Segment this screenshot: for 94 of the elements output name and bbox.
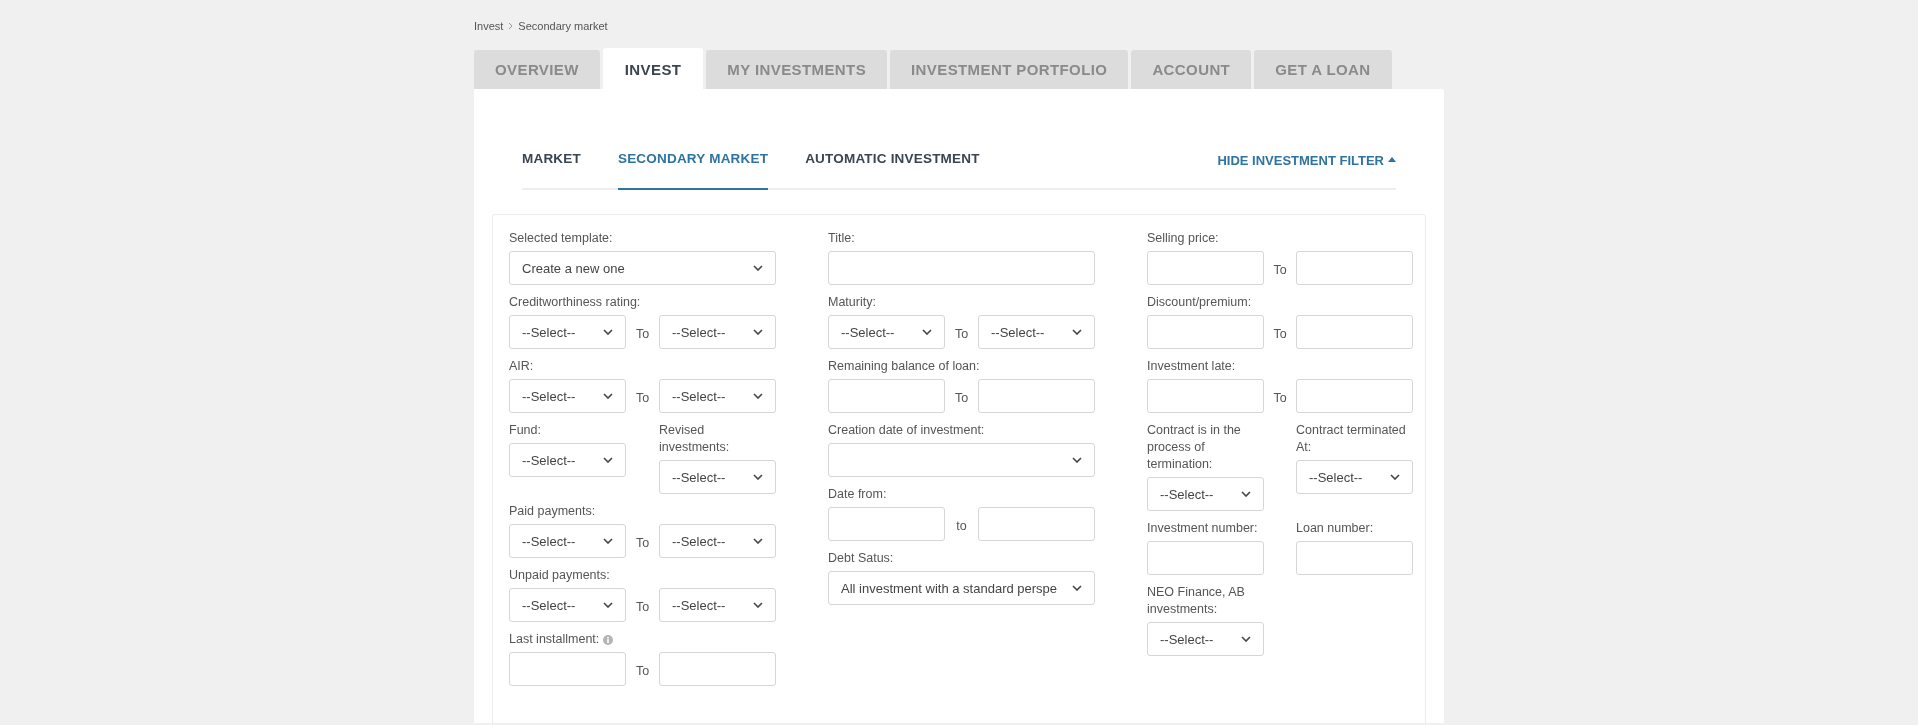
- dropdown[interactable]: --Select--: [1147, 477, 1264, 511]
- field-label: Discount/premium:: [1147, 294, 1252, 311]
- field-label: Contract terminated At:: [1296, 422, 1407, 456]
- chevron-down-icon: [1072, 585, 1082, 591]
- input-field[interactable]: [659, 652, 776, 686]
- dropdown[interactable]: Create a new one: [509, 251, 776, 285]
- chevron-down-icon: [753, 474, 763, 480]
- chevron-down-icon: [1241, 636, 1251, 642]
- chevron-down-icon: [1072, 329, 1082, 335]
- input-field[interactable]: [1296, 315, 1413, 349]
- chevron-down-icon: [753, 602, 763, 608]
- dropdown[interactable]: --Select--: [1296, 460, 1413, 494]
- field-label: Investment number:: [1147, 520, 1258, 537]
- breadcrumb-link[interactable]: Secondary market: [518, 20, 608, 32]
- chevron-down-icon: [753, 538, 763, 544]
- field-label: Selected template:: [509, 230, 613, 247]
- chevron-down-icon: [603, 602, 613, 608]
- chevron-down-icon: [1072, 457, 1082, 463]
- dropdown[interactable]: --Select--: [509, 379, 626, 413]
- sub-tab[interactable]: AUTOMATIC INVESTMENT: [805, 151, 980, 190]
- dropdown[interactable]: --Select--: [509, 443, 626, 477]
- separator-label: To: [634, 326, 651, 341]
- chevron-down-icon: [1390, 474, 1400, 480]
- chevron-down-icon: [753, 393, 763, 399]
- nav-tab[interactable]: INVEST: [602, 48, 704, 89]
- input-field[interactable]: [978, 379, 1095, 413]
- dropdown[interactable]: --Select--: [509, 588, 626, 622]
- field-label: Remaining balance of loan:: [828, 358, 980, 375]
- separator-label: To: [953, 390, 970, 405]
- separator-label: To: [1272, 262, 1288, 277]
- input-field[interactable]: [828, 507, 945, 541]
- sub-tab[interactable]: SECONDARY MARKET: [617, 151, 769, 190]
- chevron-down-icon: [922, 329, 932, 335]
- dropdown[interactable]: --Select--: [659, 588, 776, 622]
- dropdown[interactable]: --Select--: [509, 524, 626, 558]
- field-label: Investment late:: [1147, 358, 1236, 375]
- field-label: Revised investments:: [659, 422, 731, 456]
- dropdown[interactable]: --Select--: [659, 460, 776, 494]
- dropdown[interactable]: --Select--: [509, 315, 626, 349]
- chevron-down-icon: [753, 329, 763, 335]
- dropdown[interactable]: --Select--: [659, 315, 776, 349]
- field-label: AIR:: [509, 358, 534, 375]
- separator-label: to: [955, 518, 968, 533]
- field-label: Maturity:: [828, 294, 876, 311]
- field-label: Loan number:: [1296, 520, 1374, 537]
- separator-label: To: [953, 326, 970, 341]
- field-label: Unpaid payments:: [509, 567, 610, 584]
- separator-label: To: [634, 535, 651, 550]
- input-field[interactable]: [1147, 251, 1264, 285]
- field-label: NEO Finance, AB investments:: [1147, 584, 1246, 618]
- input-field[interactable]: [1147, 541, 1264, 575]
- dropdown[interactable]: [828, 443, 1095, 477]
- dropdown[interactable]: All investment with a standard perspe: [828, 571, 1095, 605]
- input-field[interactable]: [1147, 379, 1264, 413]
- separator-label: To: [1272, 390, 1288, 405]
- field-label: Debt Satus:: [828, 550, 894, 567]
- separator-label: To: [634, 663, 651, 678]
- chevron-down-icon: [603, 329, 613, 335]
- separator-label: To: [634, 390, 651, 405]
- dropdown[interactable]: --Select--: [978, 315, 1095, 349]
- field-label: Contract is in the process of termination:: [1147, 422, 1242, 473]
- field-label: Fund:: [509, 422, 541, 439]
- sub-tab[interactable]: MARKET: [522, 151, 581, 190]
- input-field[interactable]: [828, 379, 945, 413]
- chevron-down-icon: [753, 265, 763, 271]
- input-field[interactable]: [509, 652, 626, 686]
- chevron-down-icon: [1241, 491, 1251, 497]
- breadcrumb-separator-icon: [508, 22, 514, 30]
- separator-label: To: [1272, 326, 1288, 341]
- dropdown[interactable]: --Select--: [828, 315, 945, 349]
- chevron-down-icon: [603, 457, 613, 463]
- field-label: Date from:: [828, 486, 887, 503]
- input-field[interactable]: [1296, 541, 1413, 575]
- input-field[interactable]: [1147, 315, 1264, 349]
- info-icon[interactable]: [603, 634, 614, 645]
- input-field[interactable]: [1296, 251, 1413, 285]
- input-field[interactable]: [828, 251, 1095, 285]
- field-label: Last installment:: [509, 631, 600, 648]
- field-label: Creation date of investment:: [828, 422, 985, 439]
- hide-filter-link[interactable]: HIDE INVESTMENT FILTER: [1217, 151, 1396, 169]
- field-label: Title:: [828, 230, 855, 247]
- dropdown[interactable]: --Select--: [659, 524, 776, 558]
- input-field[interactable]: [978, 507, 1095, 541]
- field-label: Selling price:: [1147, 230, 1219, 247]
- breadcrumb-link[interactable]: Invest: [474, 20, 504, 32]
- dropdown[interactable]: --Select--: [1147, 622, 1264, 656]
- chevron-down-icon: [603, 393, 613, 399]
- chevron-down-icon: [603, 538, 613, 544]
- input-field[interactable]: [1296, 379, 1413, 413]
- separator-label: To: [634, 599, 651, 614]
- caret-up-icon: [1388, 157, 1396, 162]
- field-label: Paid payments:: [509, 503, 596, 520]
- dropdown[interactable]: --Select--: [659, 379, 776, 413]
- field-label: Creditworthiness rating:: [509, 294, 641, 311]
